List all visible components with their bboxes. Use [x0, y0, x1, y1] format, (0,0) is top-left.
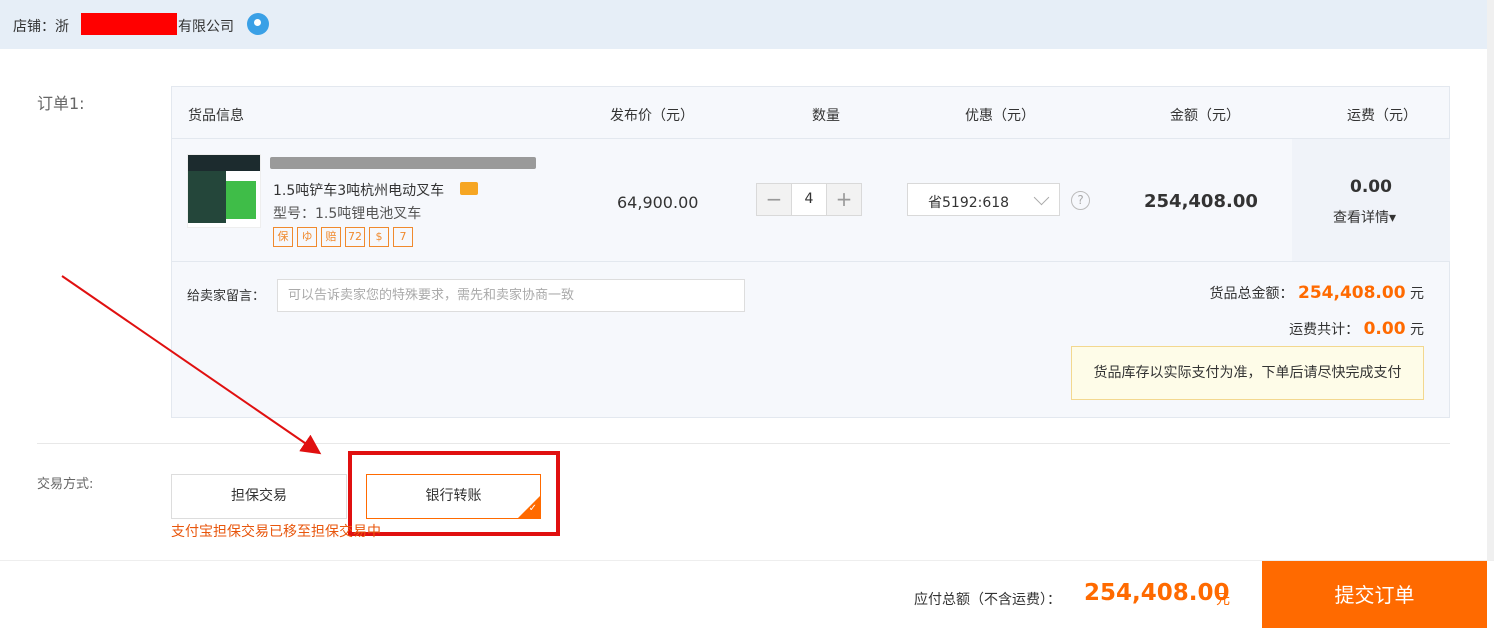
order-table: 货品信息 发布价（元） 数量 优惠（元） 金额（元） 运费（元） 1.5吨铲车3…	[171, 86, 1450, 418]
7day-return-badge-icon: 7	[393, 227, 413, 247]
shipping-total-unit: 元	[1410, 322, 1424, 338]
header-shipping: 运费（元）	[1347, 108, 1417, 124]
goods-total-row: 货品总金额： 254,408.00 元	[1210, 283, 1424, 303]
shipping-detail-link[interactable]: 查看详情▾	[1333, 207, 1396, 227]
order-title: 订单1:	[37, 94, 85, 113]
goods-total-unit: 元	[1410, 286, 1424, 302]
total-label: 应付总额（不含运费）：	[914, 592, 1061, 608]
service-badges: 保 ゆ 赔 72 $ 7	[273, 227, 413, 247]
submit-order-button[interactable]: 提交订单	[1262, 561, 1487, 628]
help-icon[interactable]: ?	[1071, 191, 1090, 210]
header-price: 发布价（元）	[610, 108, 694, 124]
shipping-total-row: 运费共计： 0.00 元	[1289, 319, 1424, 339]
card-icon	[460, 182, 478, 195]
total-unit: 元	[1216, 592, 1230, 608]
coupon-value: 省5192:618	[928, 195, 1010, 211]
qty-input[interactable]: 4	[791, 184, 827, 215]
message-input[interactable]	[277, 279, 745, 312]
shop-header-bar: 店铺：浙 有限公司	[0, 0, 1487, 49]
stock-notice: 货品库存以实际支付为准，下单后请尽快完成支付	[1071, 346, 1424, 400]
scrollbar[interactable]	[1487, 0, 1494, 560]
chevron-down-icon	[1033, 189, 1050, 206]
qty-decrease-button[interactable]: −	[757, 184, 791, 215]
product-title-redaction	[270, 157, 536, 169]
product-row: 1.5吨铲车3吨杭州电动叉车 型号：1.5吨锂电池叉车 保 ゆ 赔 72 $ 7…	[172, 139, 1450, 262]
header-discount: 优惠（元）	[965, 108, 1035, 124]
product-thumbnail[interactable]	[187, 154, 261, 228]
shipping-cell	[1292, 139, 1450, 261]
header-quantity: 数量	[812, 108, 840, 124]
compensation-badge-icon: 赔	[321, 227, 341, 247]
header-amount: 金额（元）	[1170, 108, 1240, 124]
goods-total-value: 254,408.00	[1298, 283, 1406, 303]
trade-method-label: 交易方式:	[37, 477, 94, 492]
section-divider	[37, 443, 1450, 444]
checkout-bar: 应付总额（不含运费）： 254,408.00 元 提交订单	[0, 560, 1494, 628]
total-value: 254,408.00	[1084, 580, 1230, 606]
order-table-header: 货品信息 发布价（元） 数量 优惠（元） 金额（元） 运费（元）	[172, 87, 1449, 139]
shipping-total-label: 运费共计：	[1289, 322, 1360, 338]
product-model: 型号：1.5吨锂电池叉车	[273, 206, 422, 222]
shop-label: 店铺：浙	[13, 19, 69, 35]
unit-price: 64,900.00	[617, 193, 699, 212]
goods-total-label: 货品总金额：	[1209, 286, 1294, 302]
badge-icon: ゆ	[297, 227, 317, 247]
guarantee-badge-icon: 保	[273, 227, 293, 247]
product-title[interactable]: 1.5吨铲车3吨杭州电动叉车	[273, 180, 444, 200]
coupon-select[interactable]: 省5192:618	[907, 183, 1060, 216]
shipping-total-value: 0.00	[1363, 319, 1406, 339]
chat-icon[interactable]	[247, 13, 269, 35]
line-amount: 254,408.00	[1144, 191, 1258, 212]
shop-name-redaction	[81, 13, 177, 35]
quantity-stepper: − 4 +	[756, 183, 862, 216]
trade-option-escrow[interactable]: 担保交易	[171, 474, 347, 519]
qty-increase-button[interactable]: +	[827, 184, 861, 215]
message-label: 给卖家留言：	[187, 289, 266, 304]
shop-name-suffix: 有限公司	[178, 19, 234, 35]
72h-badge-icon: 72	[345, 227, 365, 247]
header-goods: 货品信息	[188, 108, 244, 124]
trade-note: 支付宝担保交易已移至担保交易中	[171, 524, 381, 540]
shipping-fee: 0.00	[1350, 177, 1392, 197]
money-badge-icon: $	[369, 227, 389, 247]
